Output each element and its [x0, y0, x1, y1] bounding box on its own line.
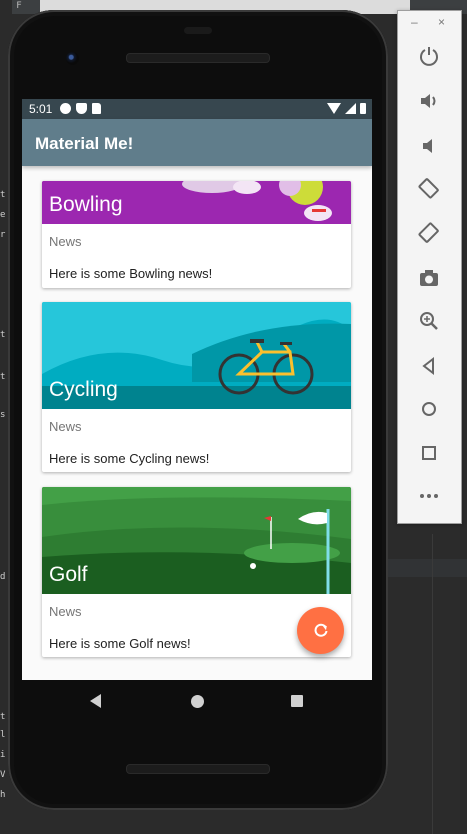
ide-divider-line: [432, 534, 433, 834]
ide-char: t: [0, 372, 6, 382]
rotate-left-button[interactable]: [417, 176, 441, 200]
volume-up-button[interactable]: [417, 89, 441, 113]
home-icon: [422, 402, 436, 416]
home-button[interactable]: [417, 397, 441, 421]
screenshot-button[interactable]: [417, 266, 441, 290]
signal-icon: [345, 103, 356, 114]
power-icon: [420, 47, 438, 66]
ide-char: s: [0, 410, 6, 420]
zoom-icon: [420, 312, 438, 330]
card-image: Golf: [42, 487, 351, 594]
refresh-icon: [314, 623, 327, 637]
card-title: Cycling: [49, 378, 118, 401]
ide-char: l: [0, 730, 6, 740]
app-bar: Material Me!: [22, 119, 372, 166]
card-category: News: [49, 604, 82, 619]
rotate-right-icon: [418, 222, 439, 243]
ide-divider-strip: [380, 559, 467, 577]
refresh-fab[interactable]: [297, 607, 344, 654]
status-system-icons: [327, 103, 366, 114]
volume-down-icon: [423, 139, 432, 153]
app-title: Material Me!: [35, 134, 134, 153]
ide-char: t: [0, 712, 6, 722]
volume-up-icon: [421, 94, 436, 108]
back-button[interactable]: [417, 354, 441, 378]
device-screen: 5:01 Material Me! Bowling News Here is s…: [22, 99, 372, 680]
zoom-button[interactable]: [417, 309, 441, 333]
wifi-icon: [327, 103, 341, 114]
rotate-left-icon: [418, 178, 439, 199]
news-card[interactable]: Cycling News Here is some Cycling news!: [42, 302, 351, 472]
ide-char: e: [0, 210, 6, 220]
sd-card-icon: [92, 103, 101, 114]
ide-char: r: [0, 230, 6, 240]
ide-char: V: [0, 770, 6, 780]
home-icon[interactable]: [191, 695, 204, 708]
recents-icon[interactable]: [291, 695, 303, 707]
card-category: News: [49, 234, 82, 249]
phone-sensor: [184, 27, 212, 34]
battery-icon: [360, 103, 366, 114]
card-category: News: [49, 419, 82, 434]
volume-down-button[interactable]: [417, 134, 441, 158]
card-image: Cycling: [42, 302, 351, 409]
more-button[interactable]: [417, 484, 441, 508]
close-button[interactable]: ×: [438, 15, 445, 29]
card-body: Here is some Cycling news!: [49, 451, 210, 466]
power-button[interactable]: [417, 44, 441, 68]
rotate-right-button[interactable]: [417, 221, 441, 245]
card-image: Bowling: [42, 181, 351, 224]
system-nav-bar: [22, 680, 372, 720]
shield-icon: [76, 103, 87, 114]
overview-button[interactable]: [417, 441, 441, 465]
emulator-toolbar: – ×: [397, 10, 462, 524]
card-title: Golf: [49, 563, 88, 586]
card-title: Bowling: [49, 193, 123, 216]
status-bar: 5:01: [22, 99, 372, 119]
ide-char: h: [0, 790, 6, 800]
overview-icon: [422, 446, 436, 460]
minimize-button[interactable]: –: [411, 15, 418, 29]
card-body: Here is some Bowling news!: [49, 266, 213, 281]
settings-icon: [60, 103, 71, 114]
ide-char: t: [0, 190, 6, 200]
ide-char: t: [0, 330, 6, 340]
camera-icon: [420, 270, 438, 286]
ide-char: i: [0, 750, 6, 760]
back-icon[interactable]: [90, 694, 101, 708]
back-icon: [422, 356, 434, 376]
status-notification-icons: [60, 103, 101, 114]
golf-illustration: [42, 487, 351, 594]
card-body: Here is some Golf news!: [49, 636, 191, 651]
status-time: 5:01: [29, 102, 53, 116]
top-speaker: [126, 53, 270, 63]
more-icon: [420, 494, 438, 498]
news-card[interactable]: Bowling News Here is some Bowling news!: [42, 181, 351, 288]
bottom-speaker: [126, 764, 270, 774]
front-camera: [66, 52, 79, 65]
ide-char: d: [0, 572, 6, 582]
